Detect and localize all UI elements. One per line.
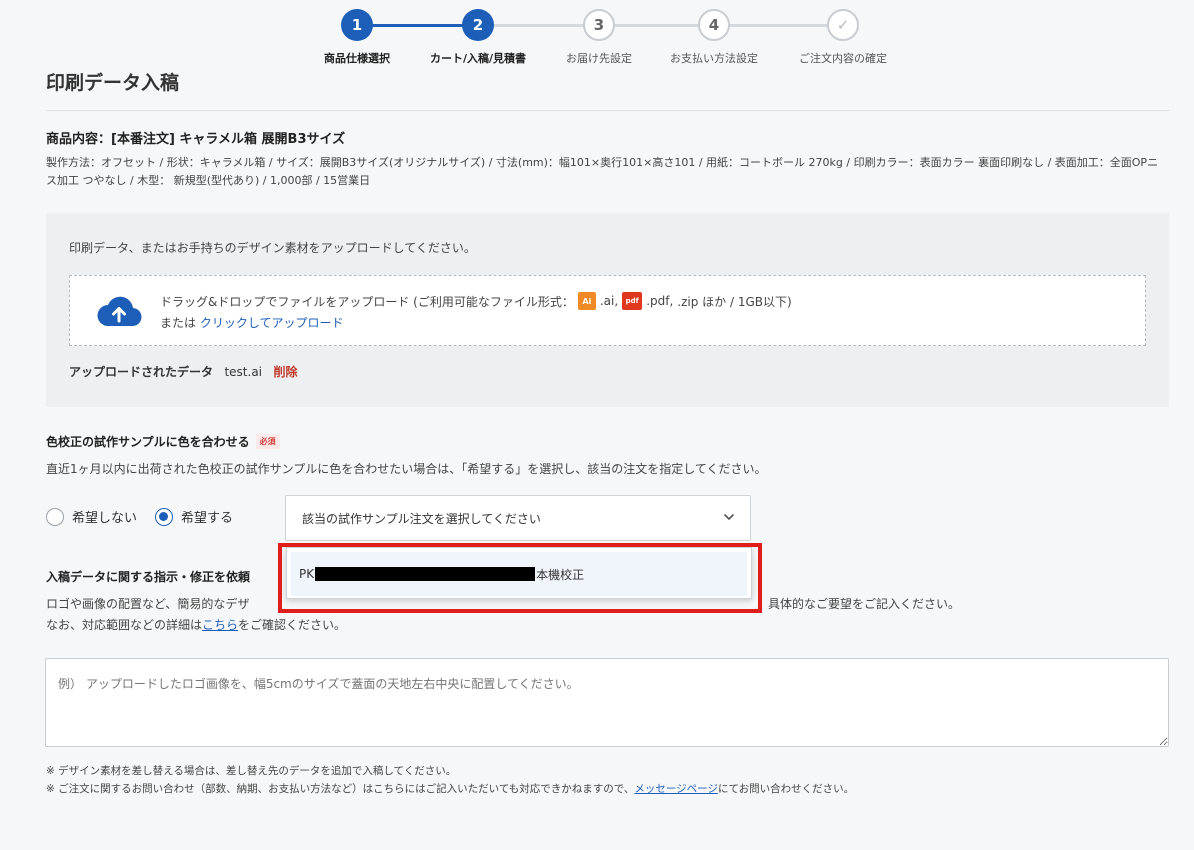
step-3-circle: 3	[583, 9, 615, 41]
upload-section: 印刷データ、またはお手持ちのデザイン素材をアップロードしてください。 ドラッグ&…	[46, 213, 1169, 407]
highlight-annotation	[278, 543, 762, 613]
notes: ※ デザイン素材を差し替える場合は、差し替え先のデータを追加で入稿してください。…	[46, 762, 854, 798]
radio-no-label: 希望しない	[72, 511, 138, 526]
radio-option-no[interactable]: 希望しない	[46, 507, 137, 526]
uploaded-label: アップロードされたデータ	[69, 365, 214, 379]
instructions-desc-left: ロゴや画像の配置など、簡易的なデザ	[46, 597, 250, 611]
ai-file-icon: Ai	[577, 292, 596, 310]
page-title: 印刷データ入稿	[46, 72, 180, 94]
step-1-label: 商品仕様選択	[324, 52, 390, 65]
product-title: 商品内容：[本番注文] キャラメル箱 展開B3サイズ	[46, 132, 346, 147]
divider	[46, 110, 1169, 111]
desc2-suffix: をご確認ください。	[238, 618, 347, 632]
drop-text-prefix: ドラッグ&ドロップでファイルをアップロード (ご利用可能なファイル形式：	[160, 294, 574, 309]
radio-no[interactable]	[46, 507, 64, 526]
note-2-prefix: ※ ご注文に関するお問い合わせ（部数、納期、お支払い方法など）はこちらにはご記入…	[46, 783, 635, 795]
step-5-label: ご注文内容の確定	[799, 52, 887, 65]
dropzone-click-line: または クリックしてアップロード	[160, 314, 344, 331]
radio-option-yes[interactable]: 希望する	[155, 507, 233, 526]
click-upload-link[interactable]: クリックしてアップロード	[200, 316, 344, 330]
ai-ext: .ai,	[599, 294, 619, 308]
desc2-prefix: なお、対応範囲などの詳細は	[46, 618, 203, 632]
note-1: ※ デザイン素材を差し替える場合は、差し替え先のデータを追加で入稿してください。	[46, 765, 457, 777]
uploaded-data-row: アップロードされたデータ test.ai 削除	[69, 363, 297, 380]
delete-file-link[interactable]: 削除	[273, 365, 297, 379]
color-match-radio-group: 希望しない 希望する	[46, 507, 251, 526]
drop-text-suffix: .zip ほか / 1GB以下)	[677, 294, 792, 309]
color-match-description: 直近1ヶ月以内に出荷された色校正の試作サンプルに色を合わせたい場合は、「希望する…	[46, 462, 767, 476]
product-description: 製作方法：オフセット / 形状：キャラメル箱 / サイズ：展開B3サイズ(オリジ…	[46, 156, 1159, 187]
file-dropzone[interactable]: ドラッグ&ドロップでファイルをアップロード (ご利用可能なファイル形式： Ai …	[69, 275, 1146, 346]
required-badge: 必須	[255, 434, 280, 449]
color-match-title-text: 色校正の試作サンプルに色を合わせる	[46, 435, 250, 449]
instructions-title: 入稿データに関する指示・修正を依頼	[46, 570, 251, 584]
color-match-title: 色校正の試作サンプルに色を合わせる 必須	[46, 433, 280, 450]
step-1-circle: 1	[341, 9, 373, 41]
radio-yes[interactable]	[155, 507, 174, 526]
pdf-ext: .pdf,	[646, 294, 674, 308]
instructions-textarea[interactable]	[45, 658, 1169, 747]
dropzone-formats: ドラッグ&ドロップでファイルをアップロード (ご利用可能なファイル形式： Ai …	[160, 292, 792, 310]
cloud-upload-icon	[97, 296, 142, 327]
instructions-desc-line2: なお、対応範囲などの詳細はこちらをご確認ください。	[46, 616, 346, 633]
message-page-link[interactable]: メッセージページ	[634, 783, 718, 795]
radio-yes-label: 希望する	[181, 511, 234, 526]
chevron-down-icon	[724, 514, 734, 520]
note-2-suffix: にてお問い合わせください。	[717, 783, 855, 795]
sample-order-select[interactable]: 該当の試作サンプル注文を選択してください	[285, 495, 751, 541]
instructions-desc-right: 具体的なご要望をご記入ください。	[768, 597, 961, 611]
or-text: または	[160, 316, 197, 330]
step-4-label: お支払い方法設定	[670, 52, 758, 65]
uploaded-filename: test.ai	[224, 365, 263, 379]
step-connector	[357, 24, 477, 27]
step-3-label: お届け先設定	[566, 52, 632, 65]
step-4-circle: 4	[698, 9, 730, 41]
select-placeholder: 該当の試作サンプル注文を選択してください	[302, 511, 541, 526]
note-2: ※ ご注文に関するお問い合わせ（部数、納期、お支払い方法など）はこちらにはご記入…	[46, 780, 854, 798]
pdf-file-icon: pdf	[622, 292, 643, 310]
step-2-label: カート/入稿/見積書	[429, 52, 527, 65]
instructions-desc-line1: ロゴや画像の配置など、簡易的なデザ 具体的なご要望をご記入ください。	[46, 595, 960, 612]
upload-intro: 印刷データ、またはお手持ちのデザイン素材をアップロードしてください。	[69, 241, 476, 255]
details-link[interactable]: こちら	[202, 618, 238, 632]
checkout-stepper: 1 商品仕様選択 2 カート/入稿/見積書 3 お届け先設定 4 お支払い方法設…	[300, 8, 920, 68]
page-card: 1 商品仕様選択 2 カート/入稿/見積書 3 お届け先設定 4 お支払い方法設…	[0, 0, 1194, 850]
step-connector	[477, 24, 837, 27]
check-icon: ✓	[827, 9, 859, 41]
step-2-circle: 2	[462, 9, 494, 41]
